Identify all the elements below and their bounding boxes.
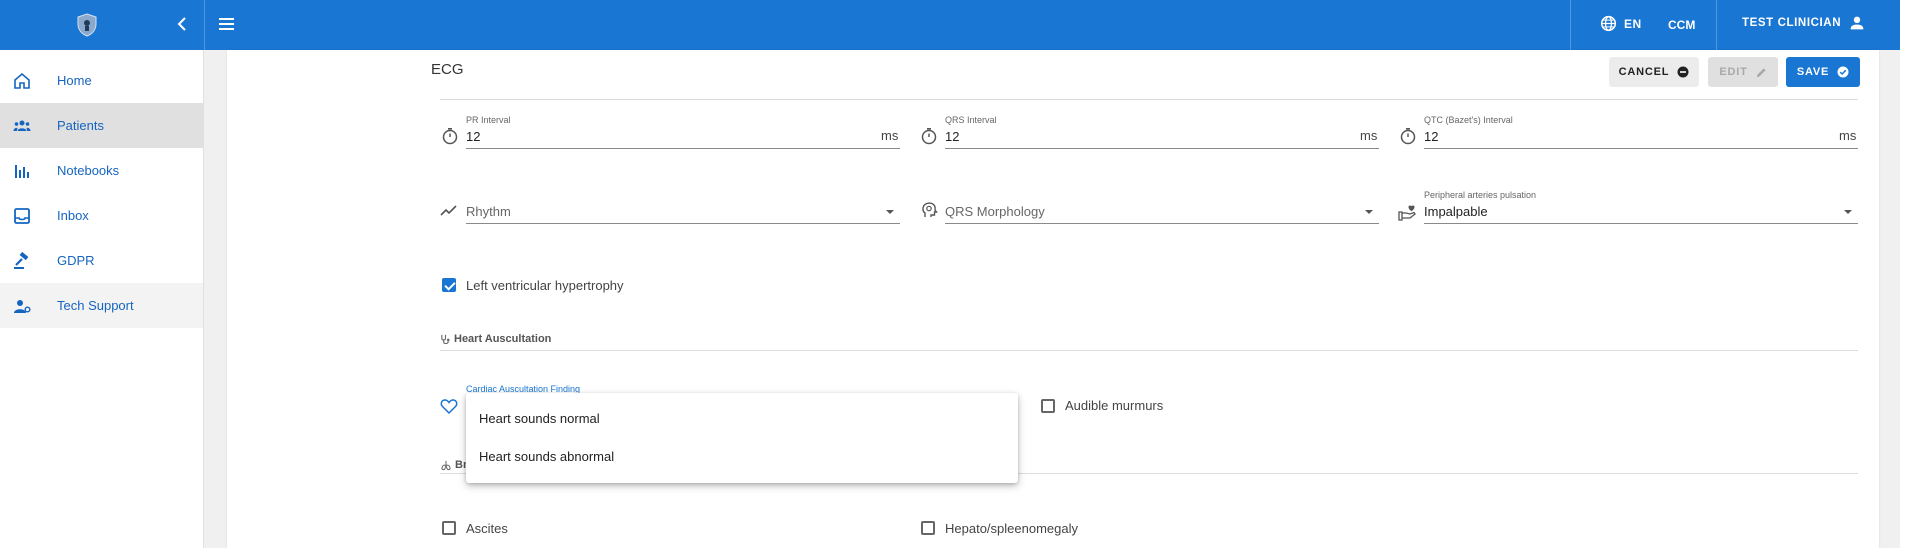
stethoscope-icon xyxy=(441,334,450,344)
sidebar-item-label: GDPR xyxy=(57,253,95,268)
cardiac-finding-dropdown: Heart sounds normal Heart sounds abnorma… xyxy=(466,393,1018,483)
qrs-morphology-select[interactable]: QRS Morphology xyxy=(945,204,1045,219)
bar-chart-icon xyxy=(15,164,29,178)
next-section-header: Br xyxy=(440,459,467,471)
pr-interval-underline xyxy=(466,148,900,149)
rhythm-underline xyxy=(466,223,900,224)
sidebar-item-patients[interactable]: Patients xyxy=(0,103,203,148)
heart-auscultation-header: Heart Auscultation xyxy=(440,333,551,345)
peripheral-pulsation-select[interactable]: Impalpable xyxy=(1424,204,1488,219)
lungs-icon xyxy=(441,460,451,470)
topbar-divider xyxy=(1716,0,1717,50)
qrs-morphology-underline xyxy=(945,223,1379,224)
user-name: TEST CLINICIAN xyxy=(1742,17,1842,29)
pencil-icon xyxy=(1756,67,1766,77)
chevron-down-icon[interactable] xyxy=(886,210,894,214)
sidebar-item-label: Notebooks xyxy=(57,163,120,178)
shield-logo-icon[interactable] xyxy=(76,13,98,37)
cancel-label: CANCEL xyxy=(1618,66,1670,78)
timer-icon xyxy=(442,128,458,145)
trending-icon xyxy=(440,205,457,216)
topbar-divider xyxy=(1570,0,1571,50)
sidebar-item-inbox[interactable]: Inbox xyxy=(0,193,203,238)
language-selector[interactable]: EN xyxy=(1600,15,1642,32)
chevron-left-icon[interactable] xyxy=(174,14,190,34)
sidebar: Home Patients Notebooks Inbox GDPR Tech … xyxy=(0,50,204,548)
tenant-selector[interactable]: CCM xyxy=(1668,18,1695,32)
sidebar-item-label: Patients xyxy=(57,118,104,133)
lvh-checkbox-label: Left ventricular hypertrophy xyxy=(466,278,624,293)
people-icon xyxy=(13,120,31,131)
sidebar-item-label: Tech Support xyxy=(57,298,134,313)
audible-murmurs-label: Audible murmurs xyxy=(1065,398,1164,413)
pr-interval-unit: ms xyxy=(881,128,899,143)
edit-button[interactable]: EDIT xyxy=(1708,57,1778,87)
hepatosplenomegaly-label: Hepato/spleenomegaly xyxy=(945,521,1078,536)
heart-icon xyxy=(440,399,458,415)
peripheral-pulsation-underline xyxy=(1424,223,1858,224)
hepatosplenomegaly-checkbox[interactable] xyxy=(921,521,935,535)
section-title: ECG xyxy=(431,61,464,78)
user-menu[interactable]: TEST CLINICIAN xyxy=(1742,15,1865,31)
rhythm-select[interactable]: Rhythm xyxy=(466,204,511,219)
head-icon xyxy=(922,202,938,217)
sidebar-item-tech-support[interactable]: Tech Support xyxy=(0,283,203,328)
ascites-checkbox[interactable] xyxy=(442,521,456,535)
qtc-interval-label: QTC (Bazet's) Interval xyxy=(1424,115,1513,125)
save-button[interactable]: SAVE xyxy=(1786,57,1860,87)
section-divider xyxy=(440,99,1858,100)
save-label: SAVE xyxy=(1796,66,1830,78)
remove-circle-icon xyxy=(1677,66,1689,78)
peripheral-pulsation-label: Peripheral arteries pulsation xyxy=(1424,190,1537,200)
top-app-bar: EN CCM TEST CLINICIAN xyxy=(0,0,1900,50)
qrs-interval-input[interactable]: 12 xyxy=(945,129,959,144)
timer-icon xyxy=(1400,128,1416,145)
cancel-button[interactable]: CANCEL xyxy=(1609,57,1699,87)
dropdown-option-normal[interactable]: Heart sounds normal xyxy=(479,411,600,426)
hamburger-menu-icon[interactable] xyxy=(217,14,237,34)
check-circle-icon xyxy=(1837,66,1849,78)
chevron-down-icon[interactable] xyxy=(1844,210,1852,214)
inbox-icon xyxy=(14,207,30,224)
sidebar-item-gdpr[interactable]: GDPR xyxy=(0,238,203,283)
globe-icon xyxy=(1600,15,1617,32)
gavel-icon xyxy=(14,251,29,269)
topbar-divider xyxy=(204,0,205,50)
sidebar-item-notebooks[interactable]: Notebooks xyxy=(0,148,203,193)
timer-icon xyxy=(921,128,937,145)
dropdown-option-abnormal[interactable]: Heart sounds abnormal xyxy=(479,449,614,464)
person-icon xyxy=(1850,16,1864,30)
home-icon xyxy=(14,72,30,89)
language-label: EN xyxy=(1624,16,1642,31)
audible-murmurs-checkbox[interactable] xyxy=(1041,399,1055,413)
section-divider xyxy=(440,350,1858,351)
sidebar-item-label: Inbox xyxy=(57,208,89,223)
qrs-interval-unit: ms xyxy=(1360,128,1378,143)
sidebar-item-label: Home xyxy=(57,73,92,88)
right-edge-strip xyxy=(1900,0,1920,548)
chevron-down-icon[interactable] xyxy=(1365,210,1373,214)
heart-auscultation-title: Heart Auscultation xyxy=(454,333,552,345)
pr-interval-input[interactable]: 12 xyxy=(466,129,480,144)
hand-heart-icon xyxy=(1398,205,1416,221)
qtc-interval-underline xyxy=(1424,148,1858,149)
edit-label: EDIT xyxy=(1719,66,1748,78)
qtc-interval-input[interactable]: 12 xyxy=(1424,129,1438,144)
sidebar-item-home[interactable]: Home xyxy=(0,58,203,103)
qrs-interval-label: QRS Interval xyxy=(945,115,997,125)
lvh-checkbox[interactable] xyxy=(442,278,456,292)
pr-interval-label: PR Interval xyxy=(466,115,511,125)
qtc-interval-unit: ms xyxy=(1839,128,1857,143)
qrs-interval-underline xyxy=(945,148,1379,149)
ascites-label: Ascites xyxy=(466,521,508,536)
support-agent-icon xyxy=(14,299,31,313)
